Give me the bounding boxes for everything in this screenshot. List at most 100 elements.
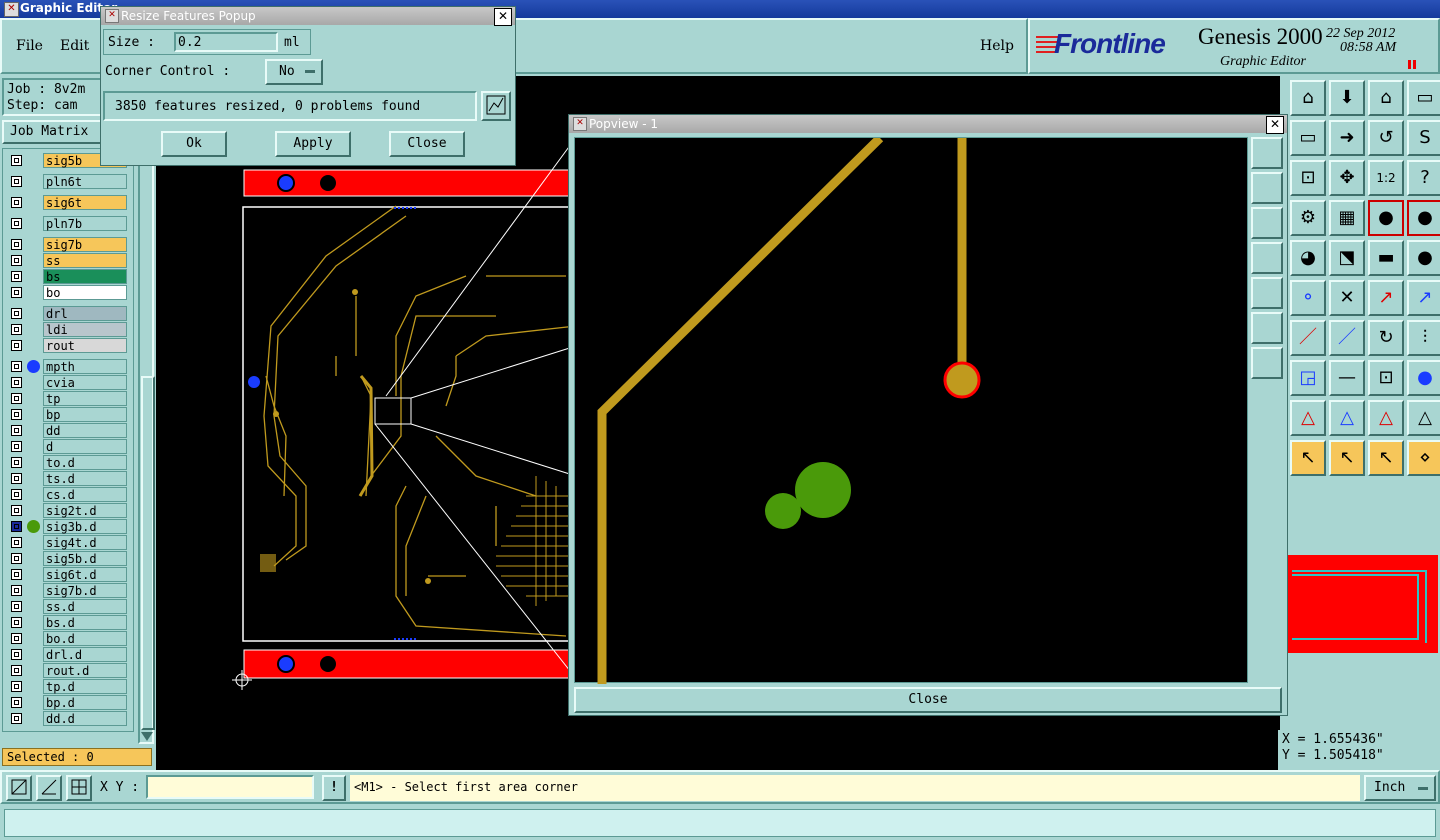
- layer-row[interactable]: sig7b.d: [9, 583, 127, 598]
- result-info-button[interactable]: [481, 91, 511, 121]
- menu-file[interactable]: File: [16, 38, 43, 54]
- layer-row[interactable]: cvia: [9, 375, 127, 390]
- shape-icon[interactable]: ◲: [1290, 360, 1326, 396]
- view-icon[interactable]: ▭: [1290, 120, 1326, 156]
- layer-checkbox[interactable]: [11, 681, 22, 692]
- scroll-down-icon[interactable]: [141, 732, 153, 741]
- layer-checkbox[interactable]: [11, 197, 22, 208]
- layer-checkbox[interactable]: [11, 239, 22, 250]
- layer-checkbox[interactable]: [11, 441, 22, 452]
- layer-row[interactable]: ts.d: [9, 471, 127, 486]
- node-icon[interactable]: ●: [1407, 360, 1440, 396]
- layer-checkbox[interactable]: [11, 713, 22, 724]
- layer-row[interactable]: sig7b: [9, 237, 127, 252]
- layer-checkbox[interactable]: [11, 393, 22, 404]
- measure-button[interactable]: [36, 775, 62, 801]
- layer-checkbox[interactable]: [11, 457, 22, 468]
- grid-icon[interactable]: ▦: [1329, 200, 1365, 236]
- layer-checkbox[interactable]: [11, 218, 22, 229]
- pv-right-icon[interactable]: [1251, 277, 1283, 309]
- exclaim-button[interactable]: !: [322, 775, 346, 801]
- home-icon[interactable]: ⌂: [1368, 80, 1404, 116]
- rotate-icon[interactable]: ⬔: [1329, 240, 1365, 276]
- layer-row[interactable]: sig6t: [9, 195, 127, 210]
- undo-view-icon[interactable]: ↺: [1368, 120, 1404, 156]
- layer-row[interactable]: ss: [9, 253, 127, 268]
- help-icon[interactable]: ?: [1407, 160, 1440, 196]
- arc-icon[interactable]: ↻: [1368, 320, 1404, 356]
- cross-icon[interactable]: ✕: [1329, 280, 1365, 316]
- layer-row[interactable]: drl: [9, 306, 127, 321]
- resize-popup-close-icon[interactable]: ✕: [494, 8, 512, 26]
- layer-checkbox[interactable]: [11, 505, 22, 516]
- triangle-b-icon[interactable]: △: [1329, 400, 1365, 436]
- layer-checkbox[interactable]: [11, 601, 22, 612]
- layer-row[interactable]: bs.d: [9, 615, 127, 630]
- layer-row[interactable]: bp: [9, 407, 127, 422]
- layer-checkbox[interactable]: [11, 617, 22, 628]
- layer-row[interactable]: to.d: [9, 455, 127, 470]
- layer-checkbox[interactable]: [11, 324, 22, 335]
- pv-fit-icon[interactable]: [1251, 312, 1283, 344]
- triangle-a-icon[interactable]: △: [1290, 400, 1326, 436]
- layer-row[interactable]: sig6t.d: [9, 567, 127, 582]
- snap-grid-button[interactable]: [66, 775, 92, 801]
- layer-checkbox[interactable]: [11, 569, 22, 580]
- split-icon[interactable]: ⫶: [1407, 320, 1440, 356]
- layer-row[interactable]: drl.d: [9, 647, 127, 662]
- layer-checkbox[interactable]: [11, 697, 22, 708]
- layer-row[interactable]: mpth: [9, 359, 127, 374]
- pointer-box-icon[interactable]: ↖: [1329, 440, 1365, 476]
- resize-popup-title-bar[interactable]: ✕ Resize Features Popup ✕: [101, 7, 515, 26]
- layer-checkbox[interactable]: [11, 361, 22, 372]
- layer-row[interactable]: tp.d: [9, 679, 127, 694]
- pv-up-icon[interactable]: [1251, 172, 1283, 204]
- layer-row[interactable]: dd: [9, 423, 127, 438]
- layer-checkbox[interactable]: [11, 308, 22, 319]
- layer-row[interactable]: bo: [9, 285, 127, 300]
- layer-checkbox[interactable]: [11, 377, 22, 388]
- units-selector[interactable]: Inch: [1364, 775, 1436, 801]
- layer-checkbox[interactable]: [11, 255, 22, 266]
- layer-row[interactable]: bs: [9, 269, 127, 284]
- layer-scrollbar[interactable]: [138, 148, 155, 744]
- layer-row[interactable]: ldi: [9, 322, 127, 337]
- popview-canvas[interactable]: [574, 134, 1248, 684]
- circle-icon[interactable]: ●: [1407, 240, 1440, 276]
- layer-row[interactable]: sig5b.d: [9, 551, 127, 566]
- pv-left-icon[interactable]: [1251, 242, 1283, 274]
- triangle-d-icon[interactable]: △: [1407, 400, 1440, 436]
- snap-s-icon[interactable]: S: [1407, 120, 1440, 156]
- route-icon[interactable]: ⋄: [1407, 440, 1440, 476]
- layer-row[interactable]: pln6t: [9, 174, 127, 189]
- pv-down-icon[interactable]: [1251, 207, 1283, 239]
- popview-title-bar[interactable]: ✕ Popview - 1 ✕: [569, 115, 1287, 134]
- pv-center-icon[interactable]: [1251, 347, 1283, 379]
- minus-icon[interactable]: —: [1329, 360, 1365, 396]
- pv-zoom-icon[interactable]: [1251, 137, 1283, 169]
- apply-button[interactable]: Apply: [275, 131, 351, 157]
- move-red-icon[interactable]: ↗: [1368, 280, 1404, 316]
- layer-row[interactable]: bo.d: [9, 631, 127, 646]
- layer-checkbox[interactable]: [11, 425, 22, 436]
- layer-checkbox[interactable]: [11, 521, 22, 532]
- layer-checkbox[interactable]: [11, 489, 22, 500]
- layers-a-icon[interactable]: ●: [1368, 200, 1404, 236]
- line-red-icon[interactable]: ／: [1290, 320, 1326, 356]
- layer-row[interactable]: tp: [9, 391, 127, 406]
- layer-row[interactable]: bp.d: [9, 695, 127, 710]
- size-input[interactable]: [174, 32, 278, 52]
- next-icon[interactable]: ➜: [1329, 120, 1365, 156]
- layer-row[interactable]: sig2t.d: [9, 503, 127, 518]
- layer-checkbox[interactable]: [11, 340, 22, 351]
- layer-row[interactable]: sig4t.d: [9, 535, 127, 550]
- layer-checkbox[interactable]: [11, 287, 22, 298]
- close-button[interactable]: Close: [389, 131, 465, 157]
- layer-row[interactable]: sig3b.d: [9, 519, 127, 534]
- select-pad-icon[interactable]: ◕: [1290, 240, 1326, 276]
- pan-icon[interactable]: ✥: [1329, 160, 1365, 196]
- popview-close-icon[interactable]: ✕: [1266, 116, 1284, 134]
- ok-button[interactable]: Ok: [161, 131, 227, 157]
- layer-checkbox[interactable]: [11, 155, 22, 166]
- layer-checkbox[interactable]: [11, 473, 22, 484]
